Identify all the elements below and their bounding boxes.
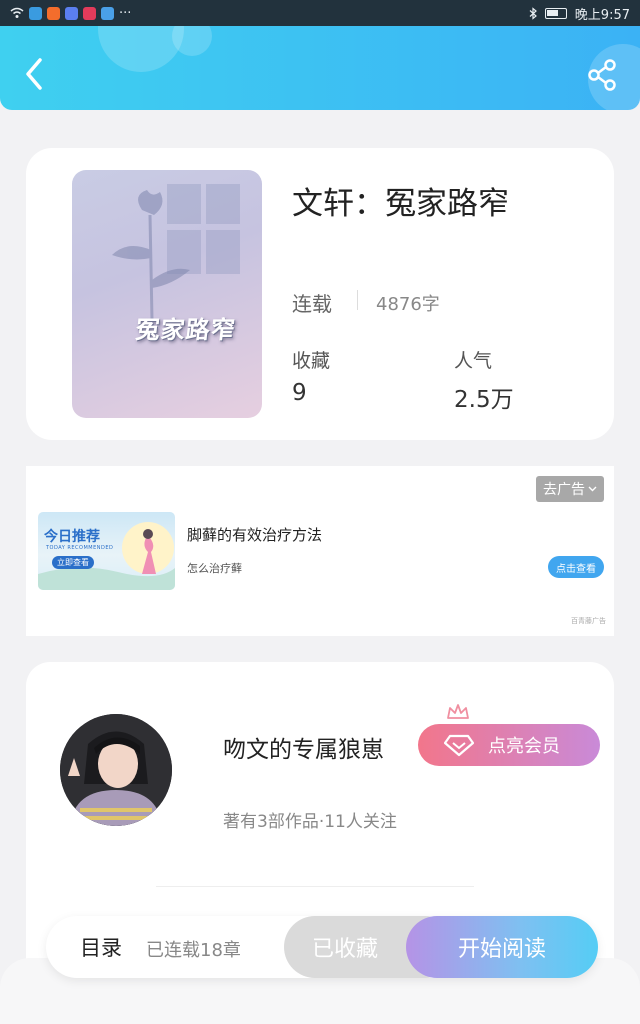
word-count: 4876字: [376, 294, 440, 315]
ad-image[interactable]: 今日推荐 TODAY RECOMMENDED 立即查看: [38, 512, 175, 590]
status-bar: ··· 晚上9:57: [0, 0, 640, 26]
app-notification-icon: [65, 6, 78, 20]
avatar[interactable]: [60, 714, 172, 826]
popularity-label: 人气: [454, 350, 493, 372]
chapter-count: 已连载18章: [146, 940, 241, 961]
back-button[interactable]: [18, 54, 52, 94]
bottom-action-bar: 目录 已连载18章 已收藏 开始阅读: [46, 916, 598, 978]
book-status: 连载: [292, 292, 332, 316]
ad-image-title: 今日推荐: [44, 529, 100, 545]
remove-ad-label: 去广告: [543, 482, 585, 498]
bluetooth-icon: [529, 6, 537, 20]
chevron-down-icon: [588, 486, 597, 492]
diamond-icon: [444, 734, 474, 757]
toc-button[interactable]: 目录: [80, 932, 122, 962]
start-reading-button[interactable]: 开始阅读: [406, 916, 598, 978]
cover-title: 冤家路窄: [134, 315, 238, 344]
ad-view-button[interactable]: 点击查看: [548, 556, 604, 578]
avatar-image: [60, 714, 172, 826]
header: [0, 26, 640, 110]
ad-title[interactable]: 脚藓的有效治疗方法: [187, 524, 322, 545]
vip-button[interactable]: 点亮会员: [418, 704, 600, 766]
collected-label: 已收藏: [312, 937, 379, 962]
author-name[interactable]: 吻文的专属狼崽: [223, 730, 384, 764]
favorites-label: 收藏: [292, 350, 331, 372]
app-notification-icon: [101, 6, 114, 20]
ad-card: 去广告 今日推荐 TODAY RECOMMENDED 立即查看 脚藓的有效治疗方…: [26, 466, 614, 636]
header-decoration: [98, 26, 184, 72]
status-icons-left: ···: [10, 6, 131, 21]
ad-illustration: [38, 522, 175, 590]
status-time: 晚上9:57: [574, 7, 630, 23]
header-decoration: [172, 26, 212, 56]
app-notification-icon: [29, 6, 42, 20]
window-shadow-image: [112, 184, 240, 321]
ad-image-button: 立即查看: [52, 556, 94, 569]
ad-description: 怎么治疗藓: [187, 562, 242, 575]
app-notification-icon: [83, 6, 96, 20]
status-icons-right: 晚上9:57: [529, 4, 630, 23]
favorites-value: 9: [292, 380, 307, 406]
divider: [156, 886, 474, 887]
share-icon[interactable]: [586, 58, 620, 92]
crown-icon: [447, 704, 469, 719]
ad-source-label: 百青藤广告: [571, 617, 606, 625]
author-meta: 著有3部作品·11人关注: [223, 812, 397, 832]
book-cover[interactable]: 冤家路窄: [72, 170, 262, 418]
remove-ad-button[interactable]: 去广告: [536, 476, 604, 502]
ad-image-subtitle: TODAY RECOMMENDED: [46, 545, 114, 551]
vip-label: 点亮会员: [488, 736, 560, 757]
start-reading-label: 开始阅读: [457, 937, 546, 962]
popularity-value: 2.5万: [454, 387, 514, 413]
book-info-card: 冤家路窄 文轩：冤家路窄 连载 4876字 收藏 9 人气 2.5万: [26, 148, 614, 440]
book-title: 文轩：冤家路窄: [292, 186, 509, 222]
battery-icon: [544, 7, 567, 19]
wifi-icon: [10, 7, 24, 18]
divider: [357, 290, 358, 310]
more-notifications-icon: ···: [119, 5, 132, 21]
app-notification-icon: [47, 6, 60, 20]
